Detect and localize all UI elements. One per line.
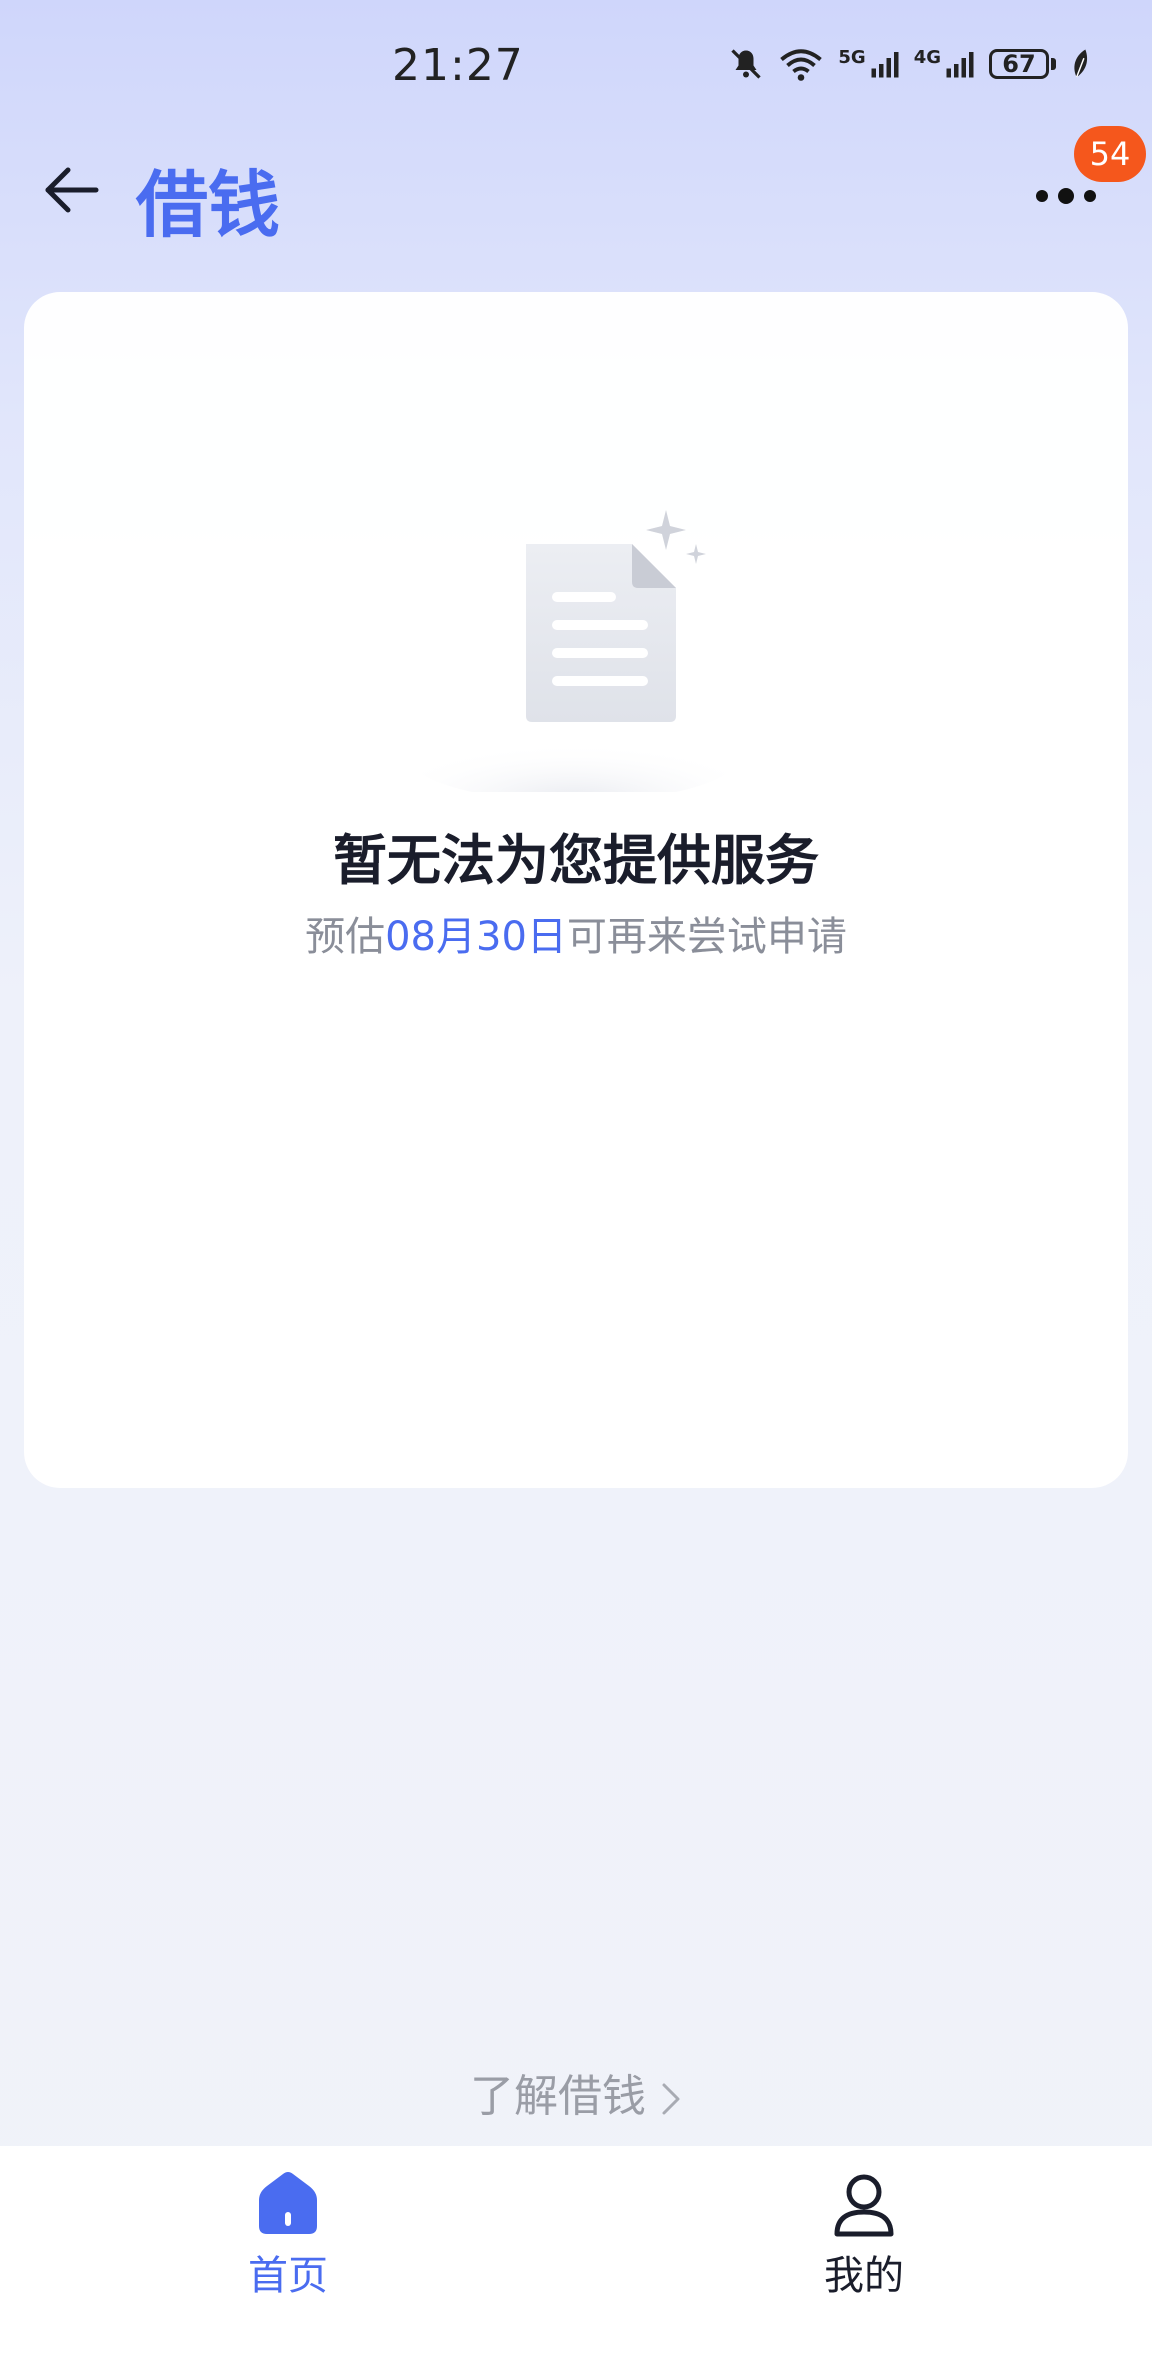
status-time: 21:27 — [392, 40, 524, 91]
learn-more-link[interactable]: 了解借钱 — [0, 2060, 1152, 2124]
signal-4g-icon: 4G — [914, 49, 975, 79]
battery-level: 67 — [989, 49, 1049, 79]
chevron-right-icon — [662, 2083, 680, 2115]
leaf-icon — [1070, 48, 1092, 80]
subtitle-prefix: 预估 — [305, 914, 386, 960]
tab-mine-label: 我的 — [824, 2253, 904, 2299]
back-button[interactable] — [40, 158, 104, 222]
subtitle-date: 08月30日 — [385, 914, 567, 960]
bottom-tab-bar: 首页 我的 — [0, 2146, 1152, 2376]
page-header: 借钱 54 — [0, 126, 1152, 270]
document-illustration — [404, 492, 744, 1052]
page-title: 借钱 — [136, 163, 281, 247]
signal-5g-icon: 5G — [838, 49, 899, 79]
empty-state-card: 暂无法为您提供服务 预估08月30日可再来尝试申请 — [24, 292, 1128, 1488]
learn-more-label: 了解借钱 — [470, 2071, 646, 2122]
mute-bell-icon — [728, 46, 764, 82]
empty-state-subtitle: 预估08月30日可再来尝试申请 — [24, 904, 1128, 962]
battery-icon: 67 — [989, 49, 1056, 79]
subtitle-suffix: 可再来尝试申请 — [566, 914, 847, 960]
tab-mine[interactable]: 我的 — [576, 2146, 1152, 2376]
notification-badge: 54 — [1074, 126, 1146, 182]
home-icon — [259, 2172, 317, 2234]
status-icons: 5G 4G 67 — [728, 44, 1092, 84]
user-icon — [834, 2174, 894, 2237]
network-type-label: 5G — [838, 47, 866, 68]
tab-home[interactable]: 首页 — [0, 2146, 576, 2376]
status-bar: 21:27 5G 4G 67 — [0, 0, 1152, 130]
tab-home-label: 首页 — [248, 2253, 328, 2299]
network-type-label: 4G — [913, 47, 941, 68]
document-icon — [404, 510, 744, 802]
empty-state-title: 暂无法为您提供服务 — [333, 829, 819, 892]
wifi-icon — [778, 46, 824, 82]
arrow-left-icon — [45, 167, 99, 213]
